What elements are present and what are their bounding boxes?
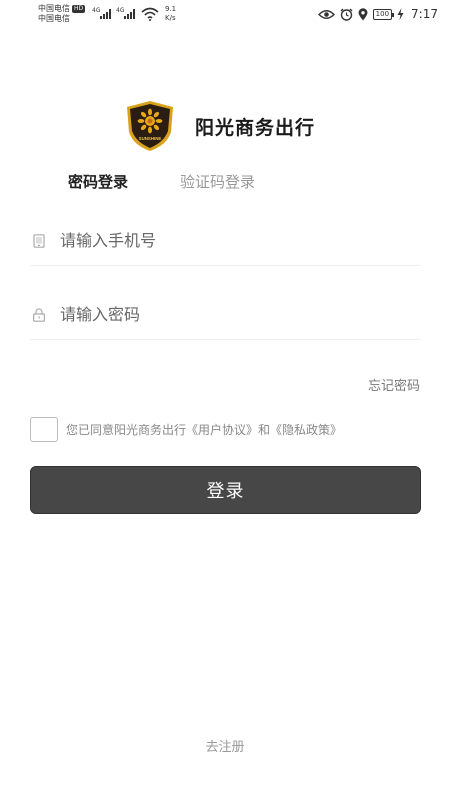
lock-icon <box>33 307 46 322</box>
password-input[interactable] <box>60 305 390 324</box>
phone-input[interactable] <box>60 231 390 250</box>
register-link[interactable]: 去注册 <box>0 736 450 755</box>
hd-badge: HD <box>72 5 86 13</box>
tab-code-login[interactable]: 验证码登录 <box>180 171 255 192</box>
brand-header: SUNSHINE 阳光商务出行 <box>125 100 315 152</box>
battery-icon: 100 <box>372 8 395 20</box>
password-field[interactable] <box>30 290 420 340</box>
net-speed: 9.1 K/s <box>165 5 177 22</box>
phone-icon <box>33 233 45 248</box>
signal-type-2: 4G <box>116 7 125 14</box>
location-icon <box>358 7 368 20</box>
clock-time: 7:17 <box>411 7 438 21</box>
carrier-info: 中国电信 HD 中国电信 <box>38 4 86 24</box>
wifi-icon <box>141 7 159 21</box>
carrier-2: 中国电信 <box>38 14 70 23</box>
tab-password-login[interactable]: 密码登录 <box>68 171 128 192</box>
agreement-row: 您已同意阳光商务出行《用户协议》和《隐私政策》 <box>30 417 342 442</box>
login-button[interactable]: 登录 <box>30 466 421 514</box>
forgot-password-link[interactable]: 忘记密码 <box>368 375 420 394</box>
charging-icon <box>397 8 404 20</box>
carrier-1: 中国电信 <box>38 4 70 13</box>
agreement-text[interactable]: 您已同意阳光商务出行《用户协议》和《隐私政策》 <box>66 421 342 438</box>
agreement-checkbox[interactable] <box>30 417 58 442</box>
eye-icon <box>317 9 335 19</box>
signal-type-1: 4G <box>92 7 101 14</box>
logo-text: SUNSHINE <box>139 136 162 141</box>
sunshine-logo: SUNSHINE <box>127 101 173 151</box>
phone-field[interactable] <box>30 216 420 266</box>
status-bar: 中国电信 HD 中国电信 4G 4G 9.1 K/s 100 7:17 <box>0 0 450 30</box>
app-name: 阳光商务出行 <box>195 116 316 139</box>
alarm-icon <box>340 8 353 21</box>
